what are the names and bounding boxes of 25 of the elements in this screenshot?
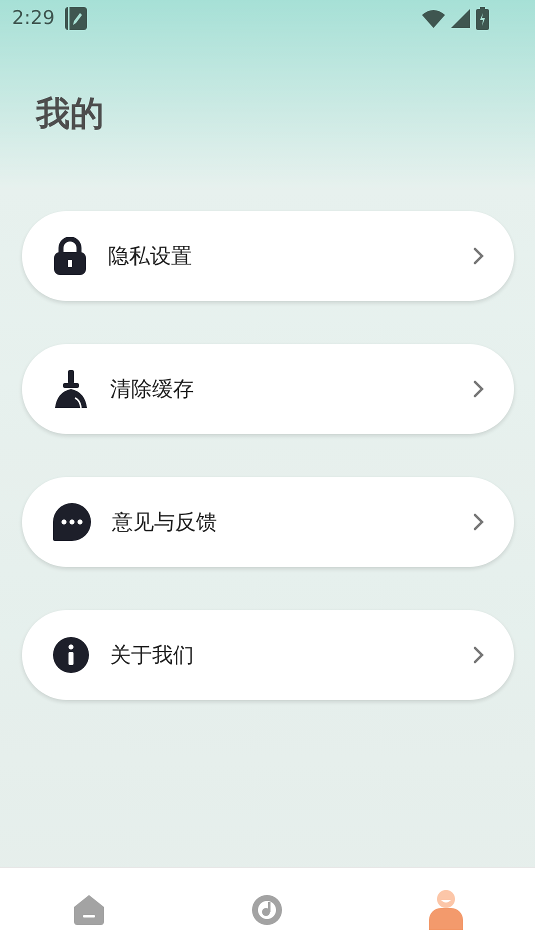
notepad-icon [64,6,87,30]
signal-icon [451,8,470,28]
home-icon [74,894,104,924]
menu-label: 关于我们 [110,642,195,669]
music-disc-icon [252,894,282,924]
status-time: 2:29 [12,7,55,29]
chevron-right-icon [473,380,484,398]
info-icon [53,637,89,673]
chevron-right-icon [473,247,484,265]
chat-bubble-icon [53,503,91,541]
menu-item[interactable]: 关于我们 [22,610,514,700]
chevron-right-icon [473,646,484,664]
person-icon [428,890,463,930]
wifi-icon [422,8,445,28]
menu-label: 清除缓存 [110,376,195,403]
menu-label: 意见与反馈 [112,509,218,536]
battery-icon [476,6,489,30]
menu-item[interactable]: 清除缓存 [22,344,514,434]
menu-item[interactable]: 隐私设置 [22,211,514,301]
lock-icon [53,237,87,275]
menu-item[interactable]: 意见与反馈 [22,477,514,567]
broom-icon [53,370,89,408]
menu-label: 隐私设置 [108,243,193,270]
page-title: 我的 [36,94,105,134]
chevron-right-icon [473,513,484,531]
